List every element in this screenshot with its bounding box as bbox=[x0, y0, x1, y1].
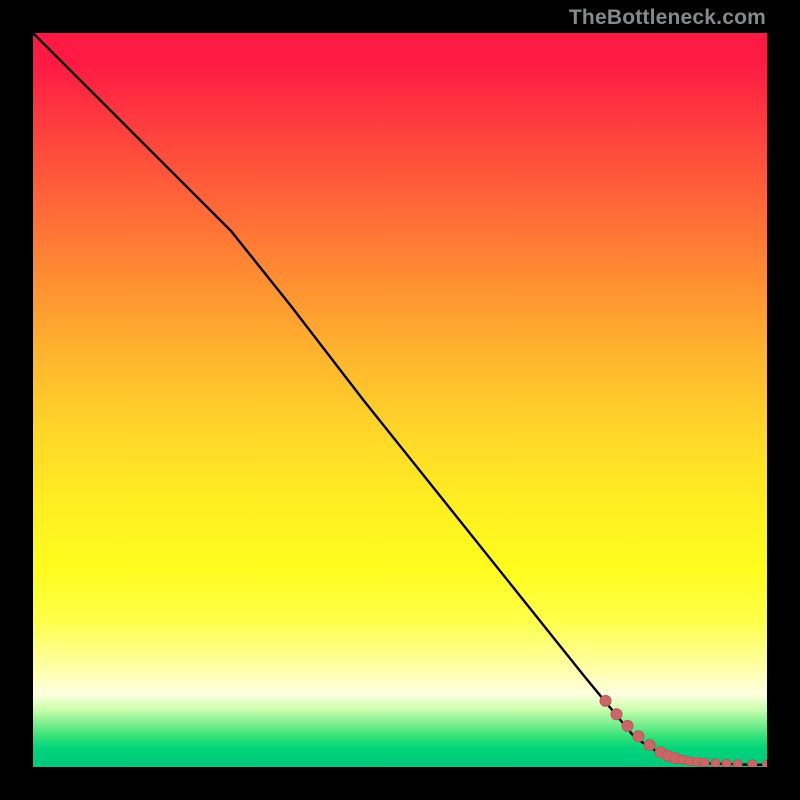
plot-area bbox=[33, 33, 767, 767]
chart-stage: TheBottleneck.com bbox=[0, 0, 800, 800]
watermark-text: TheBottleneck.com bbox=[569, 6, 766, 30]
background-gradient bbox=[33, 33, 767, 767]
